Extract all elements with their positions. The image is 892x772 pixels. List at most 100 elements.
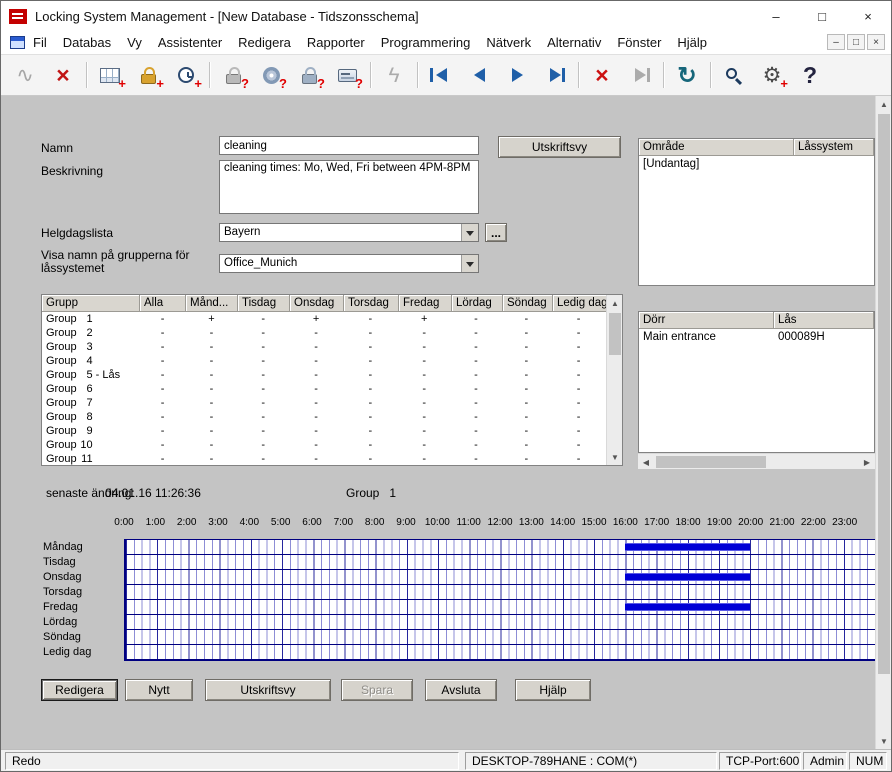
query-lock-icon[interactable]: ?	[214, 58, 252, 92]
holiday-list-select[interactable]: Bayern	[219, 223, 479, 242]
group-row[interactable]: Group2---------	[42, 326, 606, 340]
help-icon[interactable]: ?	[791, 58, 829, 92]
column-header-m-nd[interactable]: Månd...	[186, 295, 238, 312]
scroll-left-button[interactable]: ◀	[638, 454, 654, 470]
scroll-up-button[interactable]: ▲	[607, 295, 623, 311]
new-lock-icon[interactable]: +	[129, 58, 167, 92]
table-row[interactable]: Main entrance000089H	[639, 329, 874, 344]
scrollbar-thumb[interactable]	[878, 114, 890, 674]
scrollbar-thumb[interactable]	[656, 456, 766, 468]
new-time-plan-icon[interactable]: +	[91, 58, 129, 92]
column-header-l-rdag[interactable]: Lördag	[452, 295, 503, 312]
menu-alternativ[interactable]: Alternativ	[539, 33, 609, 52]
table-row[interactable]: [Undantag]	[639, 156, 874, 171]
mdi-minimize-button[interactable]: –	[827, 34, 845, 50]
refresh-icon[interactable]: ↻	[668, 58, 706, 92]
group-row[interactable]: Group1-+-+-+---	[42, 312, 606, 326]
day-row-m-ndag[interactable]	[126, 540, 875, 555]
query-lock2-icon[interactable]: ?	[290, 58, 328, 92]
menu-vy[interactable]: Vy	[119, 33, 150, 52]
print-preview-top-button[interactable]: Utskriftsvy	[498, 136, 621, 158]
menu-redigera[interactable]: Redigera	[230, 33, 299, 52]
previous-record-icon[interactable]	[460, 58, 498, 92]
menu-n-tverk[interactable]: Nätverk	[478, 33, 539, 52]
column-header-fredag[interactable]: Fredag	[399, 295, 452, 312]
day-row-onsdag[interactable]	[126, 570, 875, 585]
column-header-ledig-dag[interactable]: Ledig dag	[553, 295, 608, 312]
menu-f-nster[interactable]: Fönster	[609, 33, 669, 52]
area-locksystem-table[interactable]: OmrådeLåssystem[Undantag]	[638, 138, 875, 286]
group-row[interactable]: Group9---------	[42, 424, 606, 438]
hour-label-19-00: 19:00	[707, 517, 732, 528]
group-row[interactable]: Group10---------	[42, 438, 606, 452]
minimize-button[interactable]: –	[753, 1, 799, 31]
day-row-l-rdag[interactable]	[126, 615, 875, 630]
column-header-l-ssystem[interactable]: Låssystem	[794, 139, 874, 156]
help-button[interactable]: Hjälp	[515, 679, 591, 701]
exit-button[interactable]: Avsluta	[425, 679, 497, 701]
day-row-fredag[interactable]	[126, 600, 875, 615]
day-row-tisdag[interactable]	[126, 555, 875, 570]
cancel-search-icon[interactable]: ×	[583, 58, 621, 92]
scroll-right-button[interactable]: ▶	[859, 454, 875, 470]
day-row-s-ndag[interactable]	[126, 630, 875, 645]
column-header-onsdag[interactable]: Onsdag	[290, 295, 344, 312]
column-header-s-ndag[interactable]: Söndag	[503, 295, 553, 312]
weekly-time-grid[interactable]	[124, 539, 876, 661]
door-lock-table[interactable]: DörrLåsMain entrance000089H	[638, 311, 875, 453]
query-card-icon[interactable]: ?	[328, 58, 366, 92]
description-input[interactable]: cleaning times: Mo, Wed, Fri between 4PM…	[219, 160, 479, 214]
client-vertical-scrollbar[interactable]: ▲▼	[875, 96, 891, 749]
last-record-icon[interactable]	[536, 58, 574, 92]
group-row[interactable]: Group4---------	[42, 354, 606, 368]
new-time-group-icon[interactable]: +	[167, 58, 205, 92]
column-header-grupp[interactable]: Grupp	[42, 295, 140, 312]
search-icon[interactable]	[715, 58, 753, 92]
day-row-torsdag[interactable]	[126, 585, 875, 600]
group-names-dropdown-arrow-icon[interactable]	[461, 255, 478, 272]
menu-fil[interactable]: Fil	[25, 33, 55, 52]
menu-databas[interactable]: Databas	[55, 33, 119, 52]
browse-holiday-button[interactable]: ...	[485, 223, 507, 242]
next-record-icon[interactable]	[498, 58, 536, 92]
menu-assistenter[interactable]: Assistenter	[150, 33, 230, 52]
mdi-close-button[interactable]: ×	[867, 34, 885, 50]
scroll-down-button[interactable]: ▼	[607, 449, 623, 465]
disconnect-icon[interactable]: ×	[44, 58, 82, 92]
group-row[interactable]: Group11---------	[42, 452, 606, 466]
scrollbar-thumb[interactable]	[609, 313, 621, 355]
new-button[interactable]: Nytt	[125, 679, 193, 701]
group-row[interactable]: Group3---------	[42, 340, 606, 354]
day-row-ledig-dag[interactable]	[126, 645, 875, 660]
query-disc-icon[interactable]: ?	[252, 58, 290, 92]
options-gear-icon[interactable]: ⚙+	[753, 58, 791, 92]
group-row[interactable]: Group5 - Lås---------	[42, 368, 606, 382]
holiday-dropdown-arrow-icon[interactable]	[461, 224, 478, 241]
mdi-restore-button[interactable]: □	[847, 34, 865, 50]
group-row[interactable]: Group8---------	[42, 410, 606, 424]
maximize-button[interactable]: □	[799, 1, 845, 31]
group-row[interactable]: Group6---------	[42, 382, 606, 396]
menu-hj-lp[interactable]: Hjälp	[669, 33, 715, 52]
column-header-l-s[interactable]: Lås	[774, 312, 874, 329]
group-names-select[interactable]: Office_Munich	[219, 254, 479, 273]
menu-rapporter[interactable]: Rapporter	[299, 33, 373, 52]
group-name: Group5 - Lås	[42, 369, 140, 381]
print-preview-button[interactable]: Utskriftsvy	[205, 679, 331, 701]
door-table-horizontal-scrollbar[interactable]: ◀▶	[638, 453, 875, 469]
column-header-alla[interactable]: Alla	[140, 295, 186, 312]
scroll-down-button[interactable]: ▼	[876, 733, 891, 749]
menu-programmering[interactable]: Programmering	[373, 33, 479, 52]
column-header-omr-de[interactable]: Område	[639, 139, 794, 156]
column-header-torsdag[interactable]: Torsdag	[344, 295, 399, 312]
group-row[interactable]: Group7---------	[42, 396, 606, 410]
group-grid-vertical-scrollbar[interactable]: ▲▼	[606, 295, 622, 465]
edit-button[interactable]: Redigera	[41, 679, 118, 701]
column-header-d-rr[interactable]: Dörr	[639, 312, 774, 329]
scroll-up-button[interactable]: ▲	[876, 96, 891, 112]
close-button[interactable]: ×	[845, 1, 891, 31]
column-header-tisdag[interactable]: Tisdag	[238, 295, 290, 312]
group-day-grid[interactable]: GruppAllaMånd...TisdagOnsdagTorsdagFreda…	[41, 294, 623, 466]
name-input[interactable]	[219, 136, 479, 155]
first-record-icon[interactable]	[422, 58, 460, 92]
